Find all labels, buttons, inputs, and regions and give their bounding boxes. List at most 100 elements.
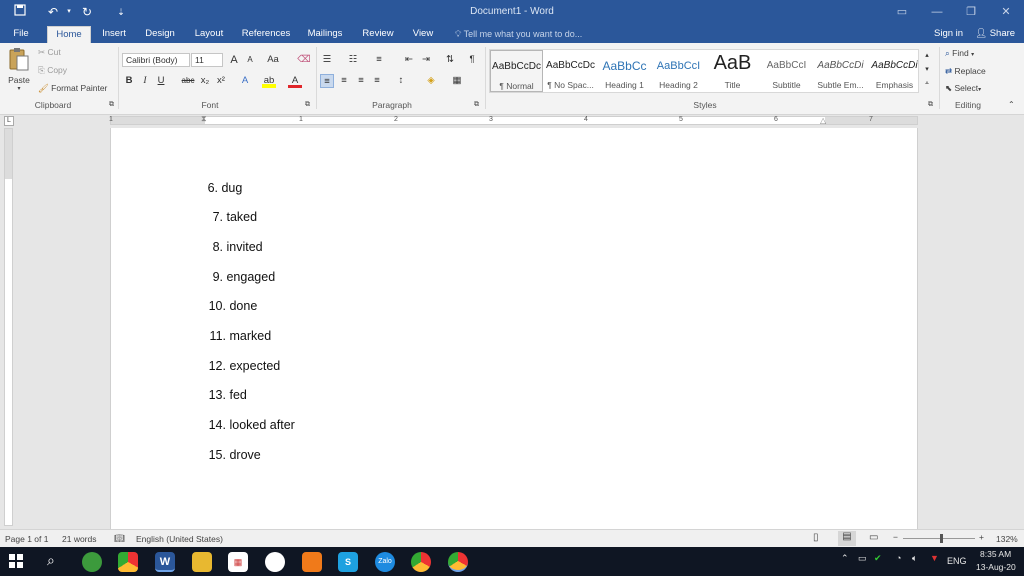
more-styles-icon[interactable]: ⩡ [920, 77, 934, 91]
windows-start-icon[interactable] [9, 554, 23, 570]
clear-formatting-icon[interactable]: ⌫ [297, 53, 311, 67]
list-item[interactable]: 10. done [205, 299, 258, 313]
list-item[interactable]: 11. marked [205, 329, 272, 343]
align-left-icon[interactable]: ≡ [320, 74, 334, 88]
app-icon[interactable] [302, 552, 322, 572]
list-item[interactable]: 7. taked [205, 210, 258, 224]
highlight-icon[interactable]: ab [262, 74, 276, 88]
app-tray-icon[interactable]: ▼ [930, 553, 939, 563]
horizontal-ruler[interactable]: 1 1 2 3 4 5 6 7 ⧗ △ [109, 114, 918, 125]
style-title[interactable]: AaB Title [706, 50, 759, 92]
page-count[interactable]: Page 1 of 1 [5, 534, 48, 544]
dialog-launcher-icon[interactable]: ⧉ [928, 101, 933, 109]
language[interactable]: English (United States) [136, 534, 223, 544]
shrink-font-icon[interactable]: A [243, 53, 257, 67]
proofing-icon[interactable]: 📖︎ [114, 533, 125, 544]
font-size-dropdown[interactable]: 11 [191, 53, 223, 67]
strikethrough-button[interactable]: abc [180, 74, 196, 88]
zoom-slider[interactable] [903, 538, 975, 539]
chrome-canary-icon[interactable] [118, 552, 138, 572]
list-item[interactable]: 12. expected [205, 359, 281, 373]
copy-button[interactable]: ⎘ Copy [38, 65, 67, 76]
paste-button[interactable]: Paste ▾ [7, 47, 31, 95]
ribbon-display-icon[interactable]: ▭ [892, 3, 912, 21]
tab-review[interactable]: Review [360, 26, 396, 43]
tab-insert[interactable]: Insert [98, 26, 130, 43]
share-button[interactable]: 👤︎ Share [975, 26, 1015, 42]
collapse-ribbon-icon[interactable]: ⌃ [1008, 100, 1015, 109]
read-mode-icon[interactable]: ▯ [813, 532, 819, 543]
zalo-icon[interactable]: Zalo [375, 552, 395, 572]
zoom-out-icon[interactable]: − [893, 532, 898, 542]
volume-icon[interactable]: 🔈︎ [912, 553, 917, 564]
zoom-level[interactable]: 132% [996, 534, 1018, 544]
select-button[interactable]: ⬉ Select▾ [945, 83, 981, 94]
list-item[interactable]: 8. invited [205, 240, 263, 254]
superscript-button[interactable]: x² [214, 74, 228, 88]
sign-in-link[interactable]: Sign in [934, 26, 963, 42]
file-explorer-icon[interactable] [192, 552, 212, 572]
list-item[interactable]: 6. dug [205, 181, 243, 195]
restore-icon[interactable]: ❐ [961, 3, 981, 21]
app-icon[interactable] [265, 552, 285, 572]
text-effects-icon[interactable]: A [238, 74, 252, 88]
list-item[interactable]: 14. looked after [205, 418, 295, 432]
underline-button[interactable]: U [154, 74, 168, 88]
show-formatting-icon[interactable]: ¶ [465, 53, 479, 67]
shading-icon[interactable]: ◈ [424, 74, 438, 88]
align-right-icon[interactable]: ≡ [354, 74, 368, 88]
app-icon[interactable] [82, 552, 102, 572]
tab-layout[interactable]: Layout [191, 26, 227, 43]
change-case-icon[interactable]: Aa [264, 53, 282, 67]
zoom-in-icon[interactable]: + [979, 532, 984, 542]
scroll-up-icon[interactable]: ▴ [920, 49, 934, 63]
indent-marker-icon[interactable]: ⧗ [201, 114, 207, 124]
style-emphasis[interactable]: AaBbCcDi Emphasis [868, 50, 921, 92]
justify-icon[interactable]: ≡ [370, 74, 384, 88]
font-color-icon[interactable]: A [288, 74, 302, 88]
minimize-icon[interactable]: — [927, 3, 947, 21]
zoom-slider-thumb[interactable] [940, 534, 943, 543]
italic-button[interactable]: I [138, 74, 152, 88]
tab-references[interactable]: References [240, 26, 292, 43]
chrome-icon[interactable] [411, 552, 431, 572]
style-subtle-emphasis[interactable]: AaBbCcDi Subtle Em... [814, 50, 867, 92]
scroll-down-icon[interactable]: ▾ [920, 63, 934, 77]
tab-selector-icon[interactable]: L [4, 116, 14, 126]
app-grid-icon[interactable]: ▦ [228, 552, 248, 572]
clock-time[interactable]: 8:35 AM [980, 549, 1011, 559]
tab-design[interactable]: Design [142, 26, 178, 43]
style-normal[interactable]: AaBbCcDc ¶ Normal [490, 50, 543, 92]
dialog-launcher-icon[interactable]: ⧉ [474, 101, 479, 109]
network-icon[interactable]: ◔ [896, 553, 901, 563]
list-item[interactable]: 13. fed [205, 388, 247, 402]
style-subtitle[interactable]: AaBbCcI Subtitle [760, 50, 813, 92]
align-center-icon[interactable]: ≡ [337, 74, 351, 88]
multilevel-list-icon[interactable]: ≡ [372, 53, 386, 67]
close-icon[interactable]: ✕ [996, 3, 1016, 21]
font-name-dropdown[interactable]: Calibri (Body) [122, 53, 190, 67]
document-page[interactable]: 6. dug 7. taked 8. invited 9. engaged 10… [110, 128, 918, 530]
bold-button[interactable]: B [122, 74, 136, 88]
style-no-spacing[interactable]: AaBbCcDc ¶ No Spac... [544, 50, 597, 92]
increase-indent-icon[interactable]: ⇥ [419, 53, 433, 67]
dialog-launcher-icon[interactable]: ⧉ [305, 101, 310, 109]
search-icon[interactable]: ⌕ [47, 552, 55, 569]
clock-date[interactable]: 13-Aug-20 [976, 562, 1016, 572]
tab-home[interactable]: Home [47, 26, 91, 43]
right-indent-marker-icon[interactable]: △ [820, 116, 826, 125]
grow-font-icon[interactable]: A [227, 53, 241, 67]
tab-file[interactable]: File [6, 26, 36, 43]
list-item[interactable]: 9. engaged [205, 270, 276, 284]
replace-button[interactable]: ⇄ Replace [945, 66, 986, 77]
print-layout-icon[interactable]: ▤ [838, 531, 856, 546]
chrome-icon[interactable] [448, 552, 468, 572]
numbering-icon[interactable]: ☷ [346, 53, 360, 67]
tab-mailings[interactable]: Mailings [305, 26, 345, 43]
line-spacing-icon[interactable]: ↕ [394, 74, 408, 88]
format-painter-button[interactable]: 🖌︎ Format Painter [38, 83, 107, 94]
style-heading-2[interactable]: AaBbCcI Heading 2 [652, 50, 705, 92]
word-count[interactable]: 21 words [62, 534, 97, 544]
style-heading-1[interactable]: AaBbCc Heading 1 [598, 50, 651, 92]
security-icon[interactable]: ✔ [874, 553, 882, 564]
